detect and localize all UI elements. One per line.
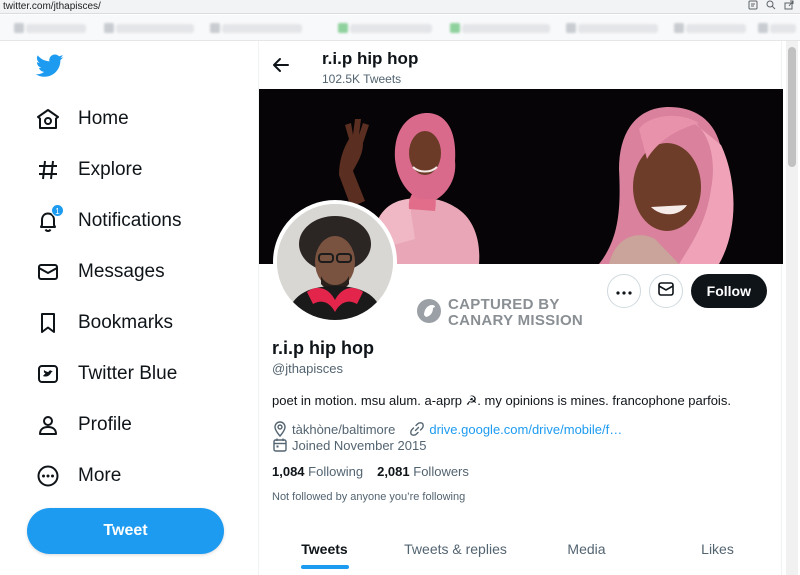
zoom-icon[interactable] (766, 0, 776, 13)
twitter-blue-icon (36, 362, 60, 386)
bookmark-item[interactable] (104, 23, 194, 33)
link-icon (409, 421, 425, 437)
profile-header: r.i.p hip hop 102.5K Tweets (259, 41, 783, 89)
bookmark-item[interactable] (674, 23, 746, 33)
active-tab-indicator (300, 565, 349, 569)
nav-more[interactable]: More (36, 456, 121, 496)
sidebar: Home Explore 1 Notifications Messages Bo… (0, 41, 258, 575)
watermark-line1: CAPTURED BY (448, 296, 560, 313)
nav-messages[interactable]: Messages (36, 252, 165, 292)
tab-tweets[interactable]: Tweets (259, 524, 390, 574)
share-icon[interactable] (784, 0, 794, 13)
followers-count-link[interactable]: 2,081 Followers (377, 464, 469, 479)
envelope-icon (657, 281, 674, 301)
nav-twitter-blue[interactable]: Twitter Blue (36, 354, 177, 394)
location-pin-icon (272, 421, 288, 438)
not-followed-note: Not followed by anyone you’re following (272, 491, 466, 503)
canary-mission-watermark: CAPTURED BY CANARY MISSION (416, 297, 583, 329)
bookmark-item[interactable] (338, 23, 432, 33)
bookmark-icon (36, 311, 60, 335)
following-count-link[interactable]: 1,084 Following (272, 464, 363, 479)
nav-label: Explore (78, 159, 143, 180)
nav-notifications[interactable]: 1 Notifications (36, 201, 182, 241)
nav-bookmarks[interactable]: Bookmarks (36, 303, 173, 343)
notification-badge: 1 (51, 204, 64, 217)
nav-profile[interactable]: Profile (36, 405, 132, 445)
tab-likes[interactable]: Likes (652, 524, 783, 574)
person-icon (36, 413, 60, 437)
header-name: r.i.p hip hop (322, 49, 419, 68)
envelope-icon (36, 260, 60, 284)
tweet-button[interactable]: Tweet (27, 508, 224, 554)
profile-actions: Follow (606, 274, 767, 308)
avatar[interactable] (273, 200, 397, 324)
header-tweet-count: 102.5K Tweets (322, 72, 402, 86)
tab-tweets-replies[interactable]: Tweets & replies (390, 524, 521, 574)
message-button[interactable] (648, 274, 683, 308)
watermark-line2: CANARY MISSION (448, 312, 584, 329)
more-options-button[interactable] (606, 274, 641, 308)
profile-joined-date: Joined November 2015 (292, 437, 427, 453)
profile-meta-row: Joined November 2015 (272, 437, 426, 453)
bell-icon: 1 (36, 204, 64, 233)
home-icon (36, 107, 60, 131)
bookmark-item[interactable] (758, 23, 796, 33)
address-bar[interactable]: twitter.com/jthapisces/ (0, 0, 800, 14)
url-text[interactable]: twitter.com/jthapisces/ (3, 1, 101, 12)
more-dots-icon (616, 282, 632, 300)
follow-counts: 1,084 Following 2,081 Followers (272, 464, 469, 479)
bookmarks-bar (0, 15, 800, 41)
page-scrollbar[interactable] (786, 41, 798, 575)
tab-media[interactable]: Media (521, 524, 652, 574)
profile-location: tàkhòne/baltimore (292, 421, 396, 437)
nav-label: Bookmarks (78, 312, 174, 333)
nav-label: Messages (78, 261, 165, 282)
nav-label: Home (78, 108, 129, 129)
reader-icon[interactable] (748, 0, 758, 13)
profile-handle: @jthapisces (272, 361, 344, 376)
profile-name: r.i.p hip hop (272, 338, 374, 358)
bookmark-item[interactable] (14, 23, 86, 33)
bookmark-item[interactable] (210, 23, 302, 33)
profile-bio: poet in motion. msu alum. a-aprp ☭. my o… (272, 393, 731, 408)
bookmark-item[interactable] (450, 23, 550, 33)
nav-label: Profile (78, 414, 132, 435)
nav-home[interactable]: Home (36, 99, 129, 139)
follow-button[interactable]: Follow (690, 274, 767, 308)
nav-label: Notifications (78, 210, 182, 231)
twitter-bird-icon[interactable] (35, 54, 64, 78)
nav-label: More (78, 465, 122, 486)
more-circle-icon (36, 464, 60, 488)
hashtag-icon (36, 158, 60, 182)
nav-label: Twitter Blue (78, 363, 178, 384)
scrollbar-thumb[interactable] (788, 47, 796, 167)
profile-column: r.i.p hip hop 102.5K Tweets Follow CAPTU… (258, 41, 783, 575)
profile-meta-row: tàkhòne/baltimore drive.google.com/drive… (272, 421, 622, 438)
calendar-icon (272, 437, 288, 453)
profile-website-link[interactable]: drive.google.com/drive/mobile/f… (429, 422, 622, 437)
profile-tabs: Tweets Tweets & replies Media Likes (259, 524, 783, 574)
nav-explore[interactable]: Explore (36, 150, 142, 190)
browser-tools (748, 0, 794, 13)
canary-logo-icon (416, 298, 442, 329)
back-arrow-icon[interactable] (271, 55, 291, 75)
bookmark-item[interactable] (566, 23, 658, 33)
